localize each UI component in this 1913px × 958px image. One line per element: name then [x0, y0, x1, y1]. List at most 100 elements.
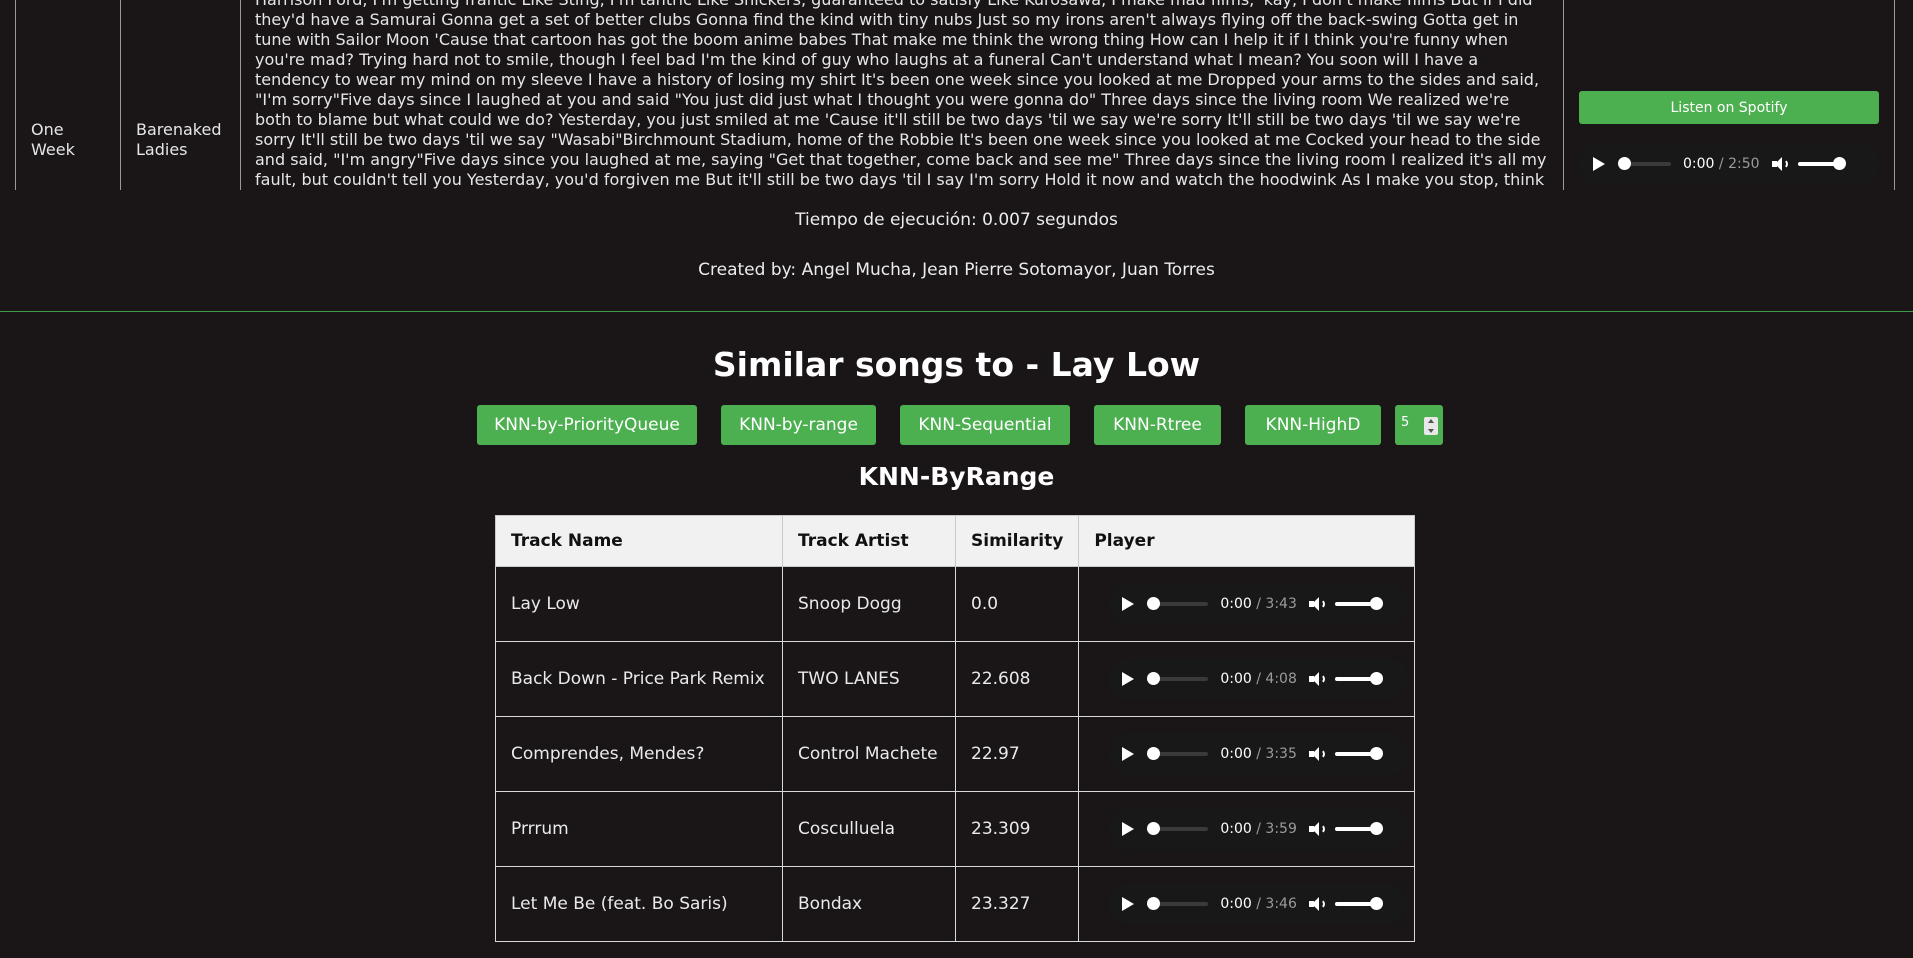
- player-cell: 0:00 / 3:35: [1078, 716, 1415, 792]
- audio-player[interactable]: 0:00 / 2:50: [1579, 143, 1879, 185]
- seek-slider[interactable]: [1147, 597, 1209, 610]
- volume-slider[interactable]: [1334, 897, 1383, 910]
- track-name-cell: Lay Low: [495, 566, 783, 642]
- similarity-cell: 22.97: [954, 716, 1080, 792]
- credits-text: Created by: Angel Mucha, Jean Pierre Sot…: [698, 260, 1215, 280]
- track-cell: One Week: [15, 0, 120, 190]
- play-icon[interactable]: [1122, 672, 1135, 686]
- volume-slider[interactable]: [1334, 822, 1383, 835]
- current-time: 0:00: [1220, 896, 1252, 912]
- volume-slider[interactable]: [1334, 597, 1383, 610]
- play-icon[interactable]: [1122, 822, 1135, 836]
- table-row: Back Down - Price Park Remix TWO LANES 22.…: [495, 641, 1415, 717]
- seek-knob[interactable]: [1147, 897, 1161, 910]
- time-display: 0:00 / 3:43: [1220, 596, 1297, 612]
- audio-player[interactable]: 0:00 / 3:46: [1108, 883, 1409, 925]
- lyrics-result-row: One Week Barenaked Ladies Harrison Ford,…: [15, 0, 1895, 190]
- seek-knob[interactable]: [1618, 157, 1631, 170]
- current-time: 0:00: [1220, 746, 1252, 762]
- volume-slider[interactable]: [1334, 747, 1383, 760]
- track-artist-cell: Cosculluela: [782, 791, 956, 867]
- track-name-cell: Comprendes, Mendes?: [495, 716, 783, 792]
- player-cell: 0:00 / 3:43: [1078, 566, 1415, 642]
- lyrics-text: Harrison Ford, I'm getting frantic Like …: [255, 0, 1547, 189]
- track-artist-cell: Snoop Dogg: [782, 566, 956, 642]
- table-row: Let Me Be (feat. Bo Saris) Bondax 23.327 0:…: [495, 866, 1415, 942]
- play-icon[interactable]: [1593, 157, 1605, 171]
- volume-icon[interactable]: [1771, 156, 1790, 172]
- lyrics-cell[interactable]: Harrison Ford, I'm getting frantic Like …: [240, 0, 1563, 190]
- volume-knob[interactable]: [1369, 897, 1383, 910]
- total-time: / 2:50: [1718, 156, 1760, 172]
- audio-player[interactable]: 0:00 / 3:59: [1108, 808, 1409, 850]
- track-artist-cell: Control Machete: [782, 716, 956, 792]
- knn-priorityqueue-button[interactable]: KNN-by-PriorityQueue: [477, 405, 697, 445]
- volume-icon[interactable]: [1308, 746, 1327, 762]
- volume-knob[interactable]: [1832, 157, 1846, 170]
- player-cell: 0:00 / 3:46: [1078, 866, 1415, 942]
- table-row: Prrrum Cosculluela 23.309 0:00 / 3:59: [495, 791, 1415, 867]
- volume-knob[interactable]: [1369, 747, 1383, 760]
- audio-player[interactable]: 0:00 / 4:08: [1108, 658, 1409, 700]
- spinner-arrows-icon[interactable]: [1424, 417, 1438, 435]
- table-header-row: Track Name Track Artist Similarity Playe…: [495, 515, 1415, 567]
- total-time: / 4:08: [1256, 671, 1297, 687]
- volume-icon[interactable]: [1308, 896, 1327, 912]
- track-name-cell: Prrrum: [495, 791, 783, 867]
- volume-knob[interactable]: [1369, 672, 1383, 685]
- seek-knob[interactable]: [1147, 672, 1161, 685]
- similarity-cell: 0.0: [954, 566, 1080, 642]
- seek-slider[interactable]: [1618, 157, 1671, 170]
- current-time: 0:00: [1220, 671, 1252, 687]
- track-artist: Barenaked Ladies: [136, 120, 222, 159]
- header-track-artist: Track Artist: [782, 515, 956, 567]
- current-time: 0:00: [1220, 821, 1252, 837]
- header-track-name: Track Name: [495, 515, 783, 567]
- execution-time: Tiempo de ejecución: 0.007 segundos: [795, 210, 1118, 230]
- volume-slider[interactable]: [1334, 672, 1383, 685]
- total-time: / 3:46: [1256, 896, 1297, 912]
- results-method-title: KNN-ByRange: [858, 462, 1055, 491]
- audio-player[interactable]: 0:00 / 3:43: [1108, 583, 1409, 625]
- seek-knob[interactable]: [1147, 822, 1161, 835]
- time-display: 0:00 / 3:59: [1220, 821, 1297, 837]
- seek-knob[interactable]: [1147, 597, 1161, 610]
- seek-knob[interactable]: [1147, 747, 1161, 760]
- seek-slider[interactable]: [1147, 822, 1209, 835]
- volume-icon[interactable]: [1308, 671, 1327, 687]
- volume-slider[interactable]: [1797, 157, 1846, 170]
- track-name-cell: Back Down - Price Park Remix: [495, 641, 783, 717]
- audio-player[interactable]: 0:00 / 3:35: [1108, 733, 1409, 775]
- volume-icon[interactable]: [1308, 596, 1327, 612]
- volume-knob[interactable]: [1369, 597, 1383, 610]
- seek-slider[interactable]: [1147, 897, 1209, 910]
- artist-cell: Barenaked Ladies: [120, 0, 240, 190]
- knn-rtree-button[interactable]: KNN-Rtree: [1094, 405, 1221, 445]
- time-display: 0:00 / 2:50: [1683, 156, 1760, 172]
- seek-slider[interactable]: [1147, 747, 1209, 760]
- k-value-input[interactable]: 5: [1395, 405, 1443, 445]
- track-artist-cell: Bondax: [782, 866, 956, 942]
- similar-songs-table: Track Name Track Artist Similarity Playe…: [495, 515, 1415, 942]
- listen-on-spotify-button[interactable]: Listen on Spotify: [1579, 91, 1879, 124]
- volume-knob[interactable]: [1369, 822, 1383, 835]
- time-display: 0:00 / 3:35: [1220, 746, 1297, 762]
- seek-slider[interactable]: [1147, 672, 1209, 685]
- header-player: Player: [1078, 515, 1415, 567]
- similarity-cell: 23.327: [954, 866, 1080, 942]
- total-time: / 3:43: [1256, 596, 1297, 612]
- actions-cell: Listen on Spotify 0:00 / 2:50: [1563, 0, 1895, 190]
- similarity-cell: 22.608: [954, 641, 1080, 717]
- table-row: Comprendes, Mendes? Control Machete 22.97 0…: [495, 716, 1415, 792]
- play-icon[interactable]: [1122, 897, 1135, 911]
- knn-highd-button[interactable]: KNN-HighD: [1245, 405, 1381, 445]
- section-divider: [0, 311, 1913, 312]
- time-display: 0:00 / 3:46: [1220, 896, 1297, 912]
- similarity-cell: 23.309: [954, 791, 1080, 867]
- volume-icon[interactable]: [1308, 821, 1327, 837]
- k-value: 5: [1401, 415, 1410, 430]
- knn-range-button[interactable]: KNN-by-range: [721, 405, 876, 445]
- knn-sequential-button[interactable]: KNN-Sequential: [900, 405, 1070, 445]
- play-icon[interactable]: [1122, 747, 1135, 761]
- play-icon[interactable]: [1122, 597, 1135, 611]
